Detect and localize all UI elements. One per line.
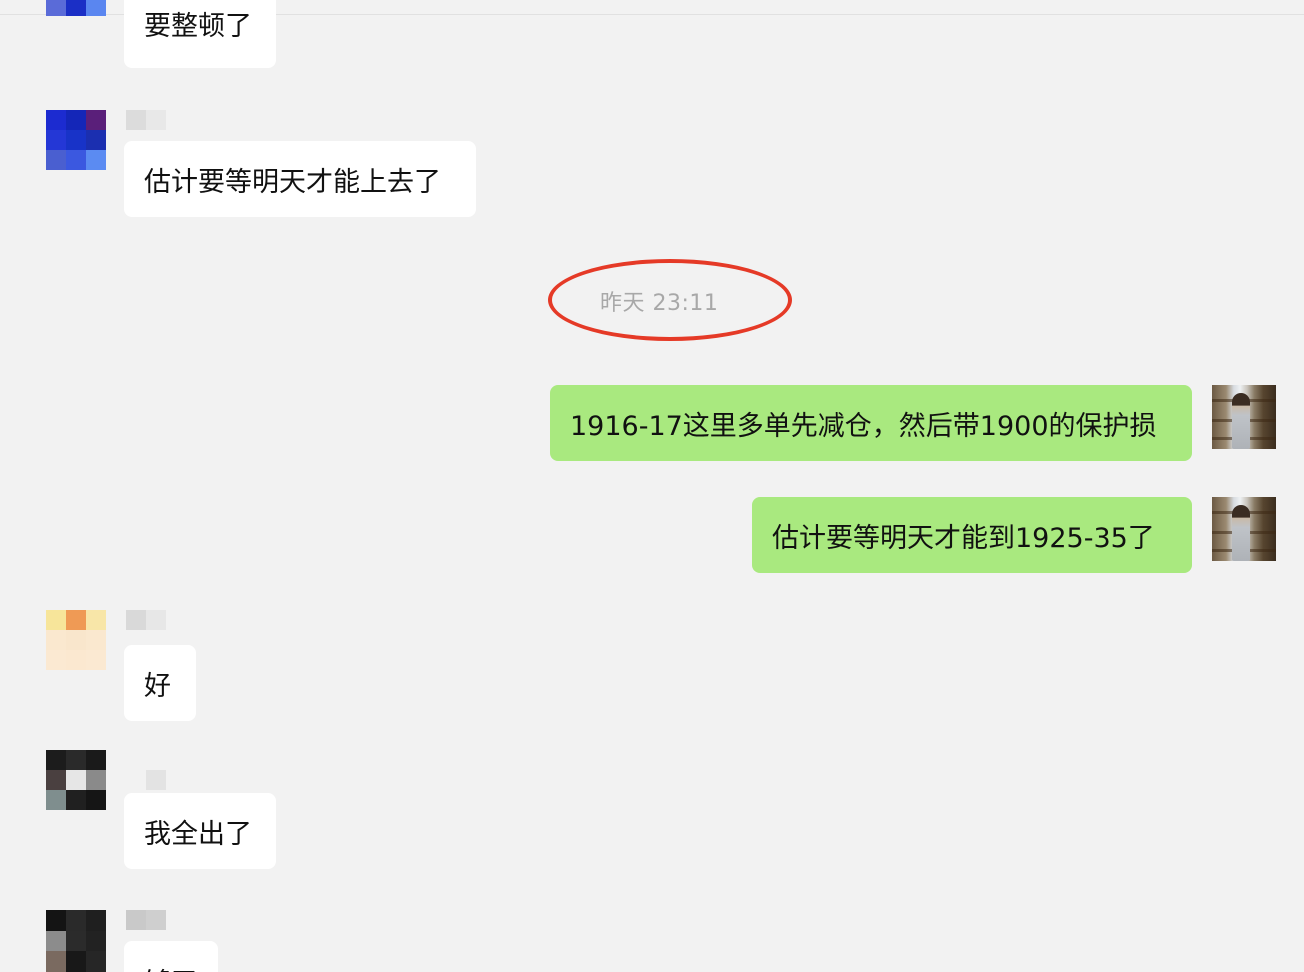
- avatar-self[interactable]: [1212, 385, 1276, 449]
- message-bubble[interactable]: 我全出了: [124, 793, 276, 869]
- message-bubble-outgoing[interactable]: 1916-17这里多单先减仓，然后带1900的保护损: [550, 385, 1192, 461]
- message-bubble[interactable]: 要整顿了: [124, 0, 276, 68]
- message-text: 估计要等明天才能到1925-35了: [772, 522, 1155, 554]
- message-text: 好: [144, 670, 171, 702]
- message-text: 够了: [144, 961, 198, 972]
- avatar[interactable]: [46, 750, 106, 810]
- sender-name-blurred: [126, 610, 166, 630]
- highlight-ring-annotation: [548, 259, 792, 341]
- message-bubble-outgoing[interactable]: 估计要等明天才能到1925-35了: [752, 497, 1192, 573]
- avatar-self[interactable]: [1212, 497, 1276, 561]
- sender-name-blurred: [126, 910, 166, 930]
- sender-name-blurred: [146, 770, 166, 790]
- sender-name-blurred: [126, 110, 166, 130]
- message-bubble[interactable]: 好: [124, 645, 196, 721]
- message-bubble[interactable]: 估计要等明天才能上去了: [124, 141, 476, 217]
- message-text: 估计要等明天才能上去了: [144, 166, 441, 198]
- avatar[interactable]: [46, 910, 106, 972]
- message-text: 1916-17这里多单先减仓，然后带1900的保护损: [570, 410, 1157, 442]
- avatar[interactable]: [46, 0, 106, 16]
- avatar[interactable]: [46, 610, 106, 670]
- message-text: 我全出了: [144, 818, 252, 850]
- message-text: 要整顿了: [144, 11, 252, 42]
- message-bubble[interactable]: 够了: [124, 941, 218, 972]
- avatar[interactable]: [46, 110, 106, 170]
